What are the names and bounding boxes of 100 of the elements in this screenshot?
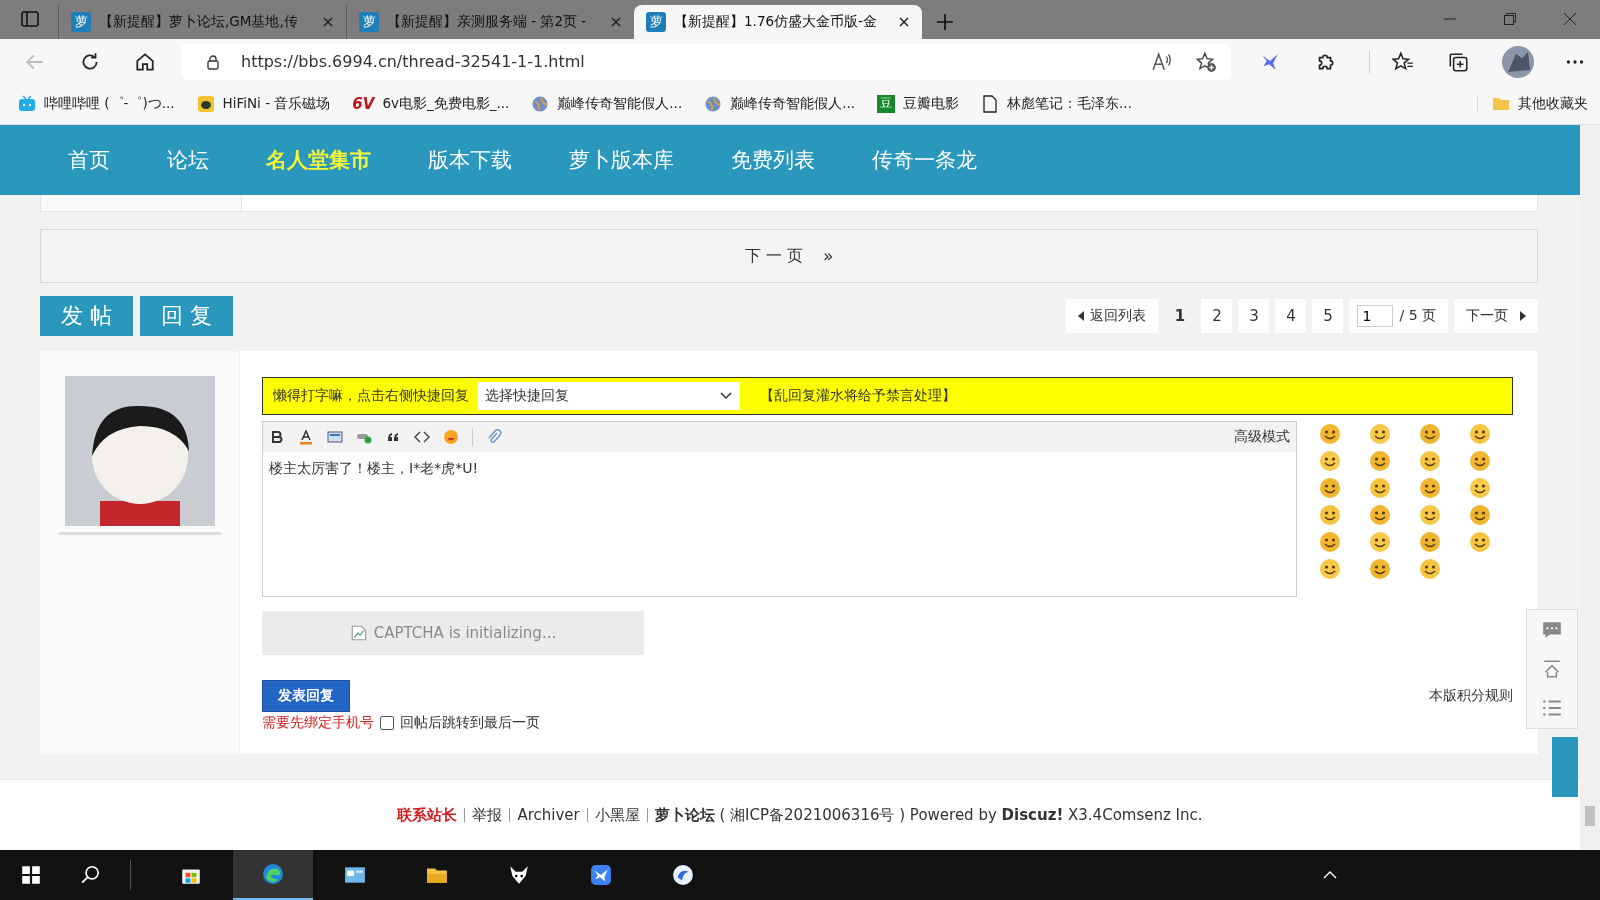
emoji-icon[interactable] (1319, 504, 1341, 526)
favorites-icon[interactable] (1392, 50, 1414, 73)
emoji-icon[interactable] (1469, 423, 1491, 445)
caret-up-icon[interactable] (1322, 870, 1338, 880)
footer-link[interactable]: 联系站长 (397, 805, 458, 825)
bookmark[interactable]: 豆 豆瓣电影 (877, 95, 960, 113)
search-icon[interactable] (80, 864, 102, 886)
page-link[interactable]: 1 (1164, 299, 1196, 333)
quick-reply-select[interactable]: 选择快捷回复 (477, 382, 740, 410)
footer-link[interactable]: 举报 (472, 805, 503, 825)
page-link[interactable]: 5 (1312, 299, 1344, 333)
emoji-icon[interactable] (1369, 477, 1391, 499)
close-icon[interactable] (898, 16, 910, 29)
page-total: / 5 页 (1399, 307, 1436, 325)
bookmark[interactable]: HiFiNi - 音乐磁场 (196, 95, 331, 113)
warning-text: 【乱回复灌水将给予禁言处理】 (760, 387, 956, 405)
emoji-icon[interactable] (1419, 504, 1441, 526)
bold-icon[interactable] (269, 429, 285, 445)
emoji-icon[interactable] (1419, 423, 1441, 445)
page-link[interactable]: 2 (1201, 299, 1233, 333)
browser-tab[interactable]: 萝 【新提醒】1.76仿盛大金币版-金 (634, 5, 922, 40)
bookmark[interactable]: 6V 6v电影_免费电影_... (352, 95, 510, 113)
emoji-icon[interactable] (1369, 531, 1391, 553)
read-aloud-icon[interactable] (1151, 50, 1173, 73)
tab-title: 【新提醒】萝卜论坛,GM基地,传 (99, 13, 299, 32)
emoji-icon[interactable] (1369, 558, 1391, 580)
next-page-button[interactable]: 下一页 (1454, 299, 1538, 333)
code-icon[interactable] (414, 429, 430, 445)
emoji-icon[interactable] (1469, 531, 1491, 553)
emoji-icon[interactable] (1469, 504, 1491, 526)
folder-label: 其他收藏夹 (1518, 95, 1588, 113)
captcha-status: CAPTCHA is initializing... (373, 624, 557, 642)
start-icon[interactable] (20, 864, 42, 886)
bookmark-label: 哔哩哔哩 (゜-゜)つ... (44, 95, 175, 113)
bookmark[interactable]: 哔哩哔哩 (゜-゜)つ... (18, 95, 175, 113)
bookmark[interactable]: 林彪笔记：毛泽东... (981, 95, 1132, 113)
footer-link[interactable]: Archiver (517, 806, 580, 824)
next-page-arrow: » (822, 246, 834, 266)
next-page-label: 下 一 页 (744, 245, 803, 267)
quick-reply-hint: 懒得打字嘛，点击右侧快捷回复 (273, 387, 469, 405)
profile-avatar-icon[interactable] (1502, 45, 1534, 78)
restore-icon[interactable] (1503, 12, 1517, 27)
emoji-icon[interactable] (1319, 558, 1341, 580)
bird-icon[interactable] (590, 864, 612, 886)
image-icon[interactable] (327, 429, 343, 445)
user-avatar-icon (64, 376, 215, 526)
footer-link[interactable]: 小黑屋 (594, 805, 640, 825)
folder-icon (1492, 95, 1510, 113)
emoji-icon[interactable] (1369, 450, 1391, 472)
scrollbar[interactable] (1580, 125, 1600, 850)
emoji-icon[interactable] (1419, 531, 1441, 553)
emoji-icon[interactable] (1319, 450, 1341, 472)
bookmark-label: 豆瓣电影 (903, 95, 960, 113)
emoji-icon[interactable] (1319, 477, 1341, 499)
window-app-icon[interactable] (344, 864, 366, 886)
bookmark[interactable]: 巅峰传奇智能假人... (704, 95, 856, 113)
emoji-icon[interactable] (1319, 423, 1341, 445)
jump-checkbox[interactable] (380, 716, 394, 730)
globe-icon (704, 95, 723, 113)
bookmark-folder[interactable]: 其他收藏夹 (1477, 95, 1588, 113)
tab-actions-icon[interactable] (20, 9, 40, 30)
bookmark[interactable]: 巅峰传奇智能假人... (531, 95, 683, 113)
bug-icon (196, 95, 215, 113)
page-link[interactable]: 3 (1238, 299, 1270, 333)
swirl-app-icon[interactable] (672, 864, 694, 886)
back-to-list-button[interactable]: 返回列表 (1066, 299, 1159, 333)
smiley-icon[interactable] (443, 429, 459, 445)
emoji-icon[interactable] (1469, 450, 1491, 472)
emoji-icon[interactable] (1369, 423, 1391, 445)
address-bar[interactable]: https://bbs.6994.cn/thread-32541-1-1.html (181, 43, 1231, 80)
bookmark-label: 巅峰传奇智能假人... (557, 95, 683, 113)
emoji-icon[interactable] (1419, 558, 1441, 580)
next-page-bar[interactable]: 下 一 页 » (40, 229, 1538, 283)
bookmark-label: HiFiNi - 音乐磁场 (222, 95, 331, 113)
rules-link[interactable]: 本版积分规则 (1429, 687, 1513, 705)
edge-browser-icon[interactable] (262, 863, 284, 885)
page-number-field[interactable]: 1 (1357, 305, 1394, 327)
site-logo: 6V (352, 95, 375, 113)
submit-reply-button[interactable]: 发表回复 (262, 680, 350, 712)
add-favorite-icon[interactable] (1195, 50, 1217, 73)
advanced-mode-link[interactable]: 高级模式 (1234, 428, 1290, 446)
emoji-icon[interactable] (1319, 531, 1341, 553)
emoji-icon[interactable] (1469, 477, 1491, 499)
site-favicon: 萝 (646, 12, 666, 33)
fox-icon[interactable] (508, 864, 530, 886)
globe-icon (531, 95, 550, 113)
font-color-icon[interactable] (298, 429, 314, 445)
new-tab-icon[interactable] (936, 13, 954, 32)
lock-icon (205, 53, 221, 70)
chevron-icon (720, 392, 732, 400)
emoji-icon[interactable] (1369, 504, 1391, 526)
emoji-icon[interactable] (1419, 477, 1441, 499)
phone-binding-notice[interactable]: 需要先绑定手机号 (262, 714, 374, 732)
tab-title: 【新提醒】亲测服务端 - 第2页 - (387, 13, 588, 32)
bookmark-label: 巅峰传奇智能假人... (730, 95, 856, 113)
attachment-icon[interactable] (486, 429, 502, 445)
page-link[interactable]: 4 (1275, 299, 1307, 333)
emoji-icon[interactable] (1419, 450, 1441, 472)
back-to-top-icon[interactable] (1541, 658, 1563, 680)
url-text: https://bbs.6994.cn/thread-32541-1-1.html (241, 52, 585, 71)
